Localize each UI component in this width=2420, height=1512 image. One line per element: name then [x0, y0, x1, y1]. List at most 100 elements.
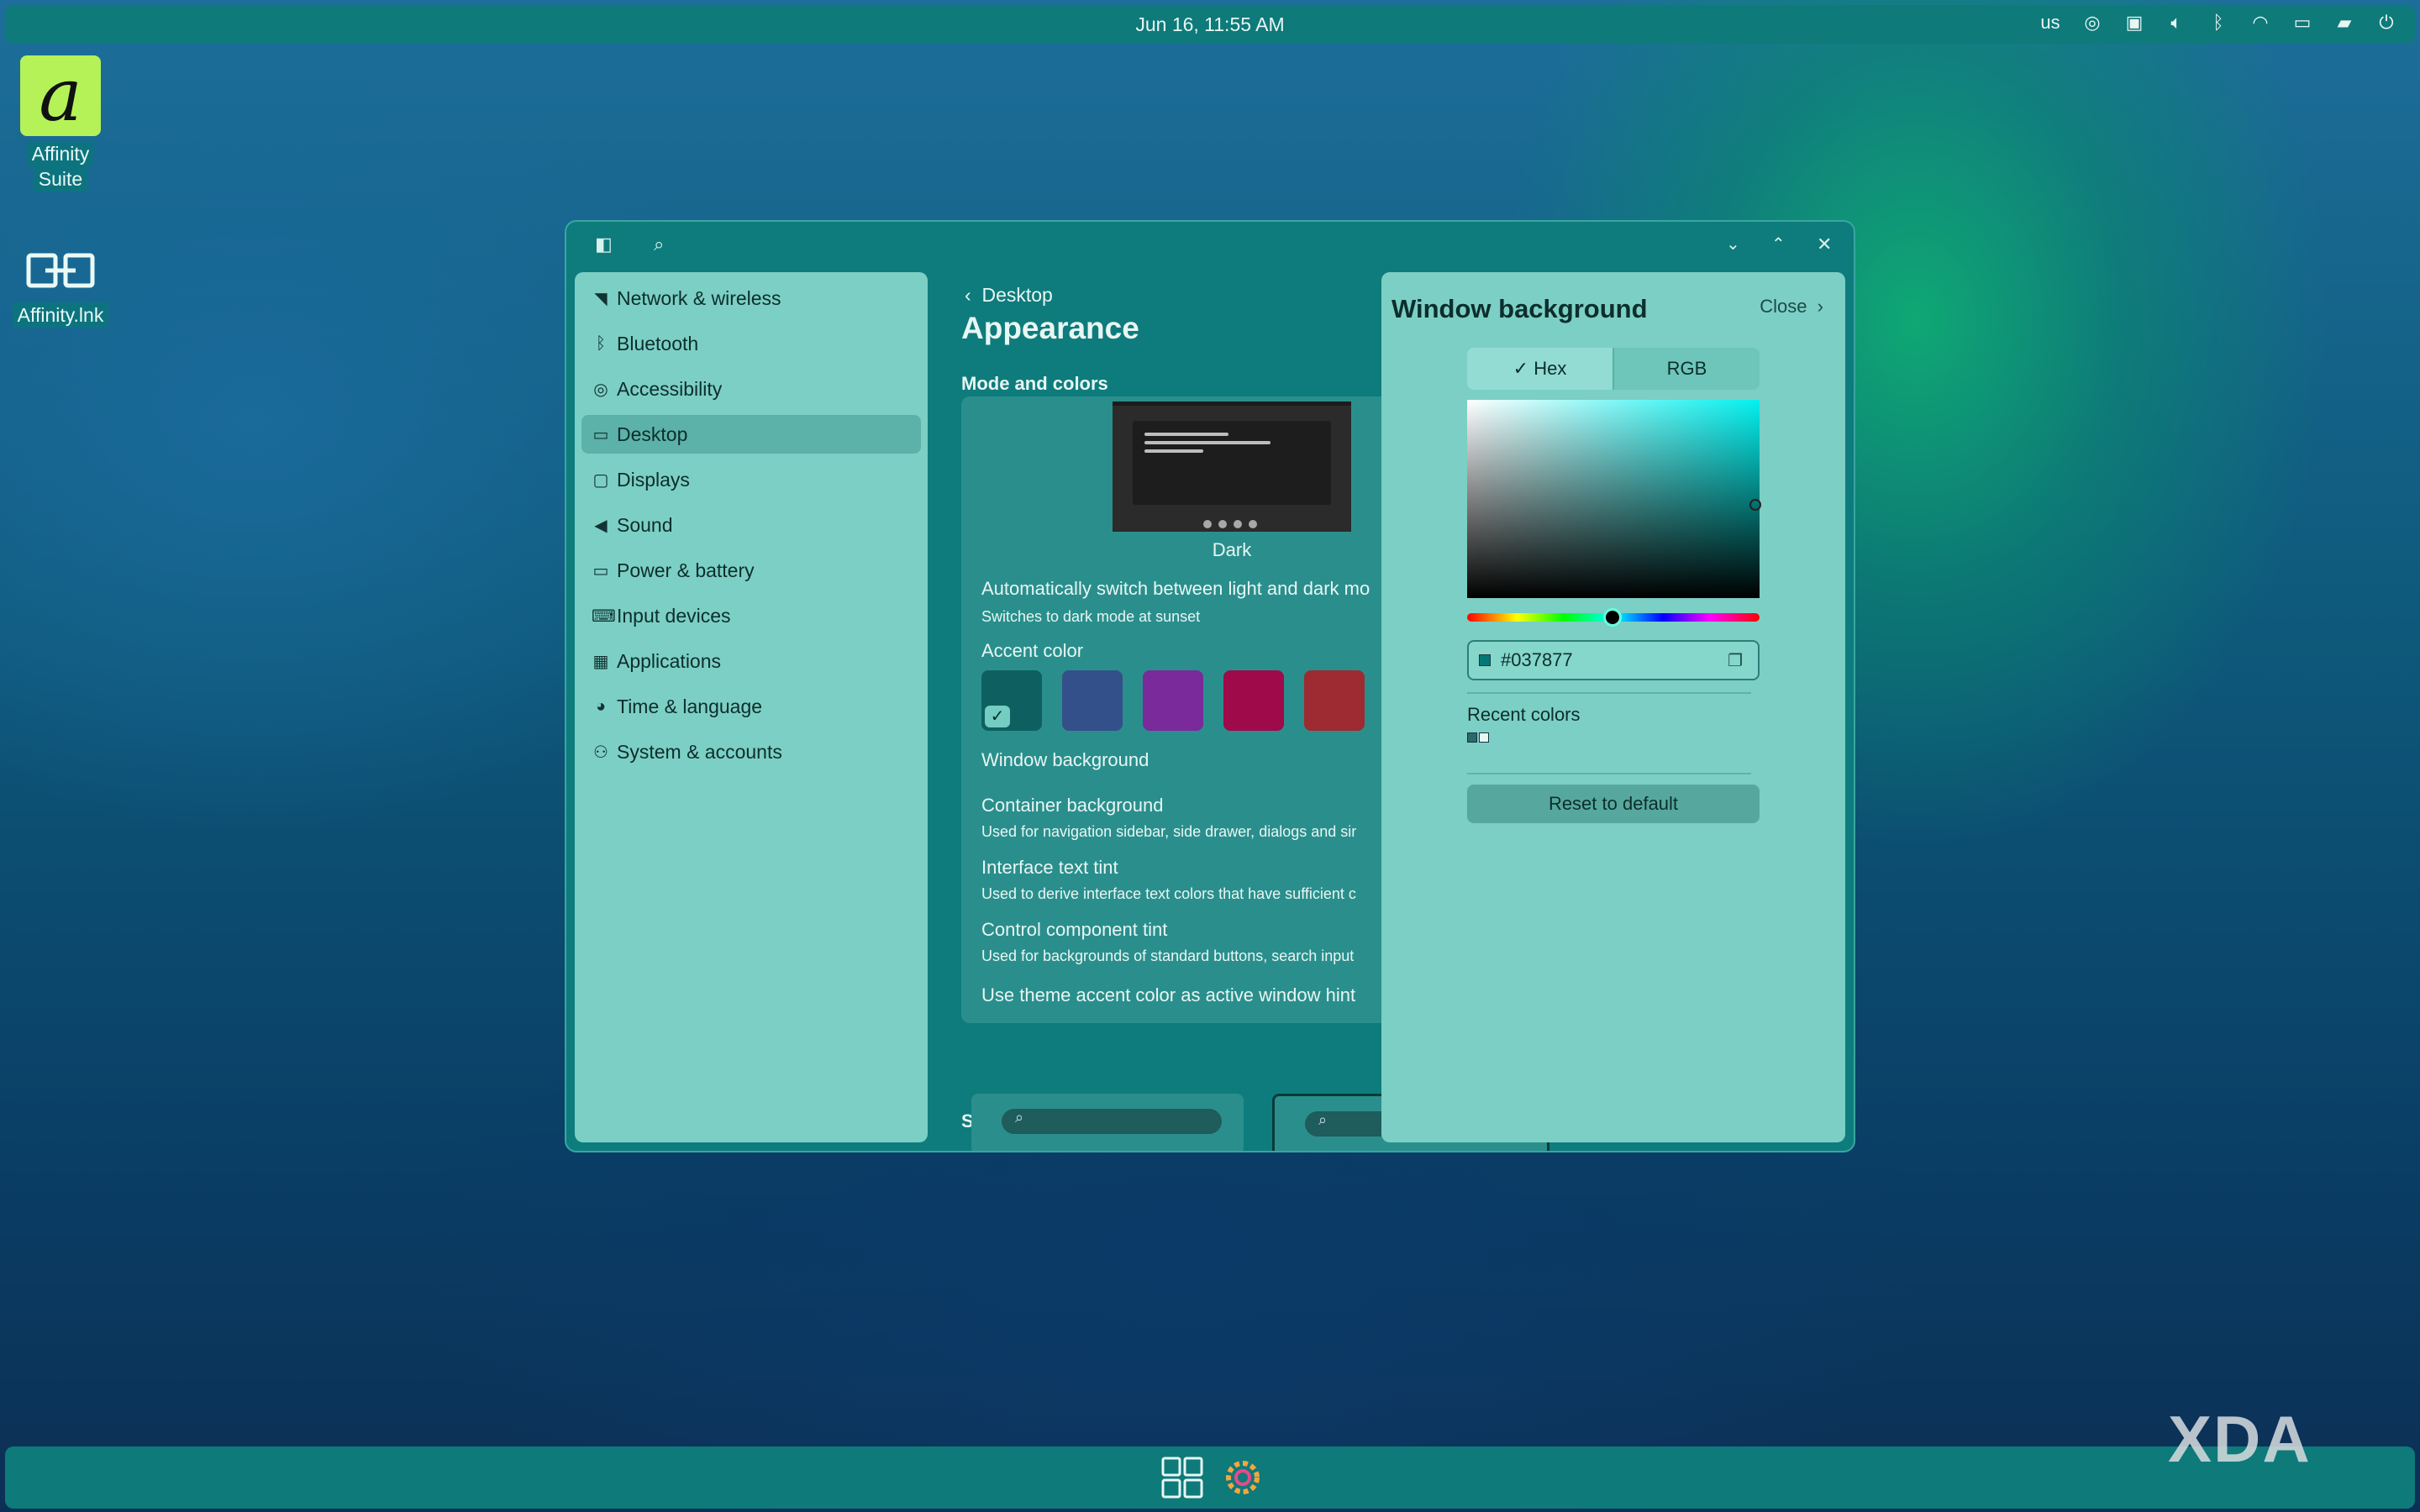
accent-hint-toggle-label[interactable]: Use theme accent color as active window … [981, 984, 1355, 1006]
chevron-left-icon: ‹ [965, 284, 982, 306]
sidebar-item-network[interactable]: ◥ Network & wireless [581, 279, 921, 318]
preview-line [1144, 433, 1228, 436]
notifications-icon[interactable]: ▰ [2333, 12, 2356, 34]
reset-to-default-button[interactable]: Reset to default [1467, 785, 1760, 823]
desktop-icon-affinity-lnk[interactable]: Affinity.lnk [8, 249, 113, 328]
auto-switch-subtitle: Switches to dark mode at sunset [981, 608, 1201, 625]
hex-value: #037877 [1501, 649, 1573, 670]
power-icon[interactable]: ⏻ [2375, 12, 2398, 34]
bluetooth-tray-icon[interactable]: ᛒ [2207, 12, 2230, 34]
section-heading-mode: Mode and colors [961, 373, 1108, 394]
sidebar-item-power[interactable]: ▭ Power & battery [581, 551, 921, 590]
link-icon [26, 253, 95, 288]
drawer-title: Window background [1392, 294, 1648, 323]
accent-swatch-red[interactable] [1304, 670, 1365, 731]
style-card-rounded[interactable]: ⌕ [971, 1094, 1244, 1151]
sidebar-item-applications[interactable]: ▦ Applications [581, 642, 921, 680]
accessibility-tray-icon[interactable]: ◎ [2081, 12, 2104, 34]
copy-icon[interactable]: ❐ [1728, 650, 1743, 671]
search-icon[interactable]: ⌕ [654, 234, 664, 255]
app-grid-icon[interactable] [1160, 1455, 1205, 1500]
control-tint-subtitle: Used for backgrounds of standard buttons… [981, 948, 1355, 964]
time-icon: ◕ [595, 696, 607, 716]
divider [1467, 773, 1751, 774]
preview-dot [1218, 520, 1227, 528]
apps-icon: ▦ [592, 652, 609, 671]
text-tint-title[interactable]: Interface text tint [981, 857, 1118, 879]
color-preview-swatch [1479, 654, 1491, 666]
divider [1467, 692, 1751, 694]
drawer-close-button[interactable]: Close › [1760, 296, 1823, 318]
page-title: Appearance [961, 311, 1139, 345]
breadcrumb[interactable]: ‹ Desktop [965, 284, 1053, 307]
accent-swatch-purple[interactable] [1143, 670, 1203, 731]
system-tray: us ◎ ▣ 🔈︎ ᛒ ◠ ▭ ▰ ⏻ [2039, 12, 2398, 34]
xda-watermark: XDA [2168, 1402, 2312, 1476]
window-background-label[interactable]: Window background [981, 749, 1149, 771]
sidebar-item-system-accounts[interactable]: ⚇ System & accounts [581, 732, 921, 771]
preview-dot [1234, 520, 1242, 528]
sidebar-item-displays[interactable]: ▢ Displays [581, 460, 921, 499]
search-icon: ⌕ [1318, 1111, 1328, 1128]
navigation-sidebar: ◥ Network & wireless ᛒ Bluetooth ◎ Accessib… [575, 272, 928, 1142]
sidebar-item-accessibility[interactable]: ◎ Accessibility [581, 370, 921, 408]
tab-rgb[interactable]: RGB [1612, 348, 1760, 390]
display-icon: ▢ [592, 470, 609, 490]
accent-swatch-teal[interactable]: ✓ [981, 670, 1042, 731]
users-icon: ⚇ [593, 743, 608, 762]
sidebar-item-desktop[interactable]: ▭ Desktop [581, 415, 921, 454]
close-icon[interactable]: ✕ [1817, 234, 1832, 255]
wifi-icon: ◥ [594, 289, 608, 308]
battery-tray-icon[interactable]: ▭ [2291, 12, 2314, 34]
bluetooth-icon: ᛒ [596, 333, 606, 353]
tab-hex[interactable]: ✓ Hex [1467, 348, 1612, 390]
sv-cursor-handle[interactable] [1749, 499, 1761, 511]
control-tint-title[interactable]: Control component tint [981, 919, 1167, 941]
minimize-icon[interactable]: ⌄ [1726, 234, 1740, 255]
auto-switch-title[interactable]: Automatically switch between light and d… [981, 578, 1370, 600]
saturation-value-picker[interactable] [1467, 400, 1761, 598]
search-icon: ⌕ [1015, 1109, 1024, 1126]
hex-input[interactable]: #037877 ❐ [1467, 640, 1760, 680]
chevron-right-icon: › [1817, 296, 1823, 317]
preview-dock [1203, 520, 1257, 528]
keyboard-icon: ⌨ [592, 606, 616, 626]
wifi-tray-icon[interactable]: ◠ [2249, 12, 2272, 34]
maximize-icon[interactable]: ⌃ [1771, 234, 1786, 255]
desktop-icon-label: Affinity Suite [13, 141, 108, 192]
settings-gear-icon[interactable] [1220, 1455, 1265, 1500]
preview-dot [1249, 520, 1257, 528]
recent-color-swatch[interactable] [1479, 732, 1489, 743]
text-tint-subtitle: Used to derive interface text colors tha… [981, 885, 1356, 902]
window-header: ◧ ⌕ ⌄ ⌃ ✕ [566, 222, 1854, 272]
recent-color-swatch[interactable] [1467, 732, 1477, 743]
desktop-icon: ▭ [592, 425, 609, 444]
preview-dot [1203, 520, 1212, 528]
accent-swatch-magenta[interactable] [1223, 670, 1284, 731]
sidebar-item-time-language[interactable]: ◕ Time & language [581, 687, 921, 726]
keyboard-layout-indicator[interactable]: us [2039, 12, 2062, 34]
sidebar-item-bluetooth[interactable]: ᛒ Bluetooth [581, 324, 921, 363]
sidebar-item-input-devices[interactable]: ⌨ Input devices [581, 596, 921, 635]
accent-swatch-blue[interactable] [1062, 670, 1123, 731]
hue-slider-handle[interactable] [1603, 608, 1622, 627]
sidebar-toggle-icon[interactable]: ◧ [595, 234, 613, 255]
top-panel: Jun 16, 11:55 AM us ◎ ▣ 🔈︎ ᛒ ◠ ▭ ▰ ⏻ [5, 5, 2415, 44]
recent-colors-label: Recent colors [1467, 704, 1581, 725]
accent-color-label: Accent color [981, 640, 1084, 661]
desktop-icon-label: Affinity.lnk [12, 302, 109, 328]
dark-mode-preview[interactable] [1113, 402, 1351, 532]
sidebar-item-sound[interactable]: ◀ Sound [581, 506, 921, 544]
dock [5, 1446, 2415, 1509]
color-format-toggle: ✓ Hex RGB [1467, 348, 1760, 390]
container-background-title[interactable]: Container background [981, 795, 1163, 816]
style-preview-search: ⌕ [1002, 1109, 1222, 1134]
desktop-icon-affinity-suite[interactable]: a Affinity Suite [13, 55, 108, 192]
volume-icon[interactable]: 🔈︎ [2165, 12, 2188, 34]
hue-slider[interactable] [1467, 608, 1760, 627]
appearance-page: ‹ Desktop Appearance Mode and colors Dar… [961, 272, 1381, 1151]
mode-label: Dark [1212, 539, 1252, 560]
workspaces-icon[interactable]: ▣ [2123, 12, 2146, 34]
affinity-logo-icon: a [20, 55, 101, 136]
battery-icon: ▭ [592, 561, 609, 580]
